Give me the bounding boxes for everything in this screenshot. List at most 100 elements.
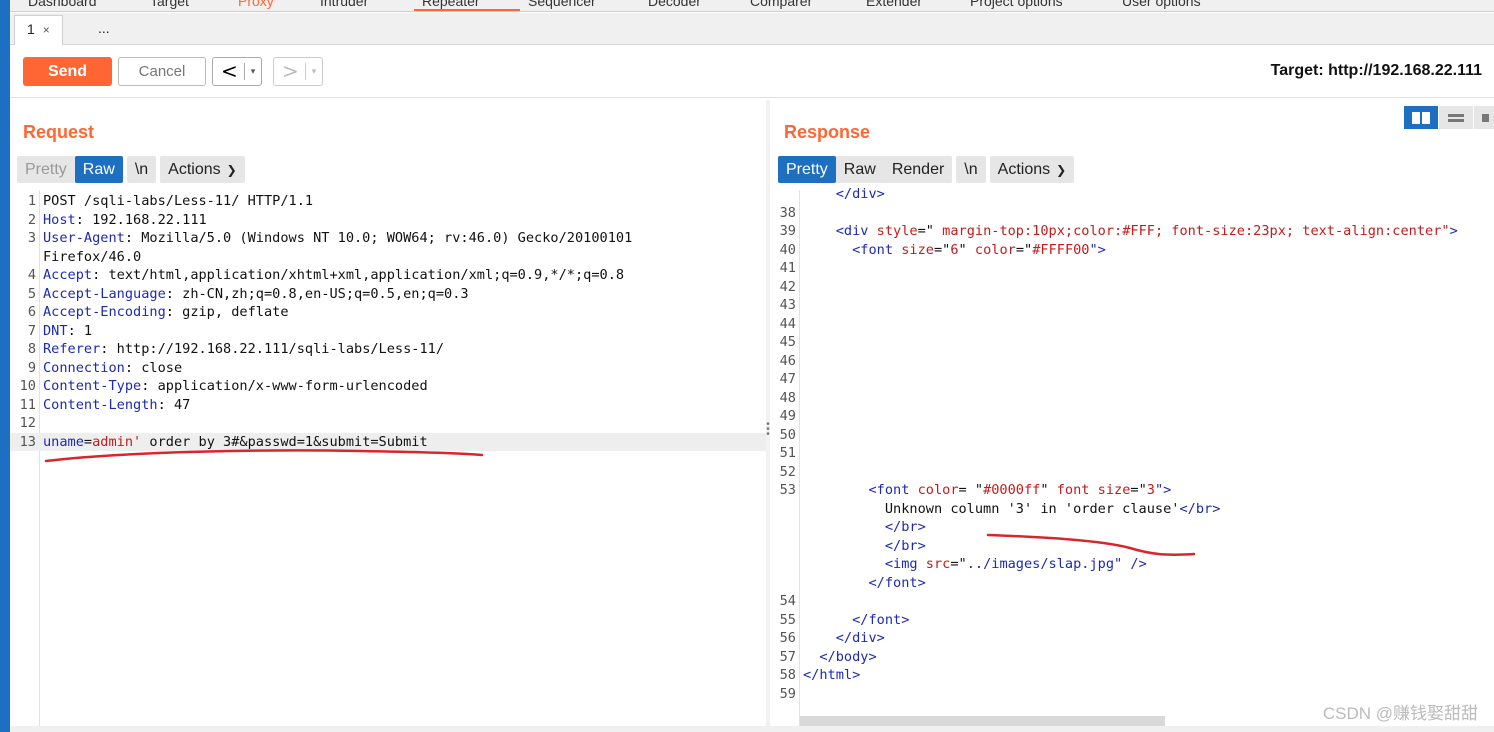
code-line: </font> (770, 574, 1494, 593)
code-line: 11 Content-Length: 47 (10, 396, 766, 415)
dropdown-icon[interactable]: ▾ (245, 66, 262, 77)
line-content: Accept-Encoding: gzip, deflate (43, 303, 289, 322)
chevron-left-icon: < (221, 59, 238, 83)
chevron-right-icon: > (282, 59, 299, 83)
code-token: </div> (803, 630, 885, 646)
code-line: 12 (10, 414, 766, 433)
tab-proxy[interactable]: Proxy (238, 0, 274, 9)
tab-target[interactable]: Target (150, 0, 189, 9)
code-token: =" (933, 241, 951, 258)
tab-raw[interactable]: Raw (74, 156, 123, 183)
actions-menu[interactable]: Actions ❯ (160, 156, 245, 183)
code-token: </br> (803, 537, 926, 554)
line-number: 53 (779, 482, 796, 498)
code-line: Unknown column '3' in 'order clause'</br… (770, 500, 1494, 519)
send-button[interactable]: Send (23, 57, 112, 86)
newline-toggle[interactable]: \n (956, 156, 985, 183)
line-number: 56 (779, 630, 796, 646)
tab-intruder[interactable]: Intruder (320, 0, 368, 9)
repeater-tabs: 1 × ... (10, 13, 1494, 45)
request-editor[interactable]: 1 POST /sqli-labs/Less-11/ HTTP/1.1 2 Host:… (10, 190, 766, 732)
code-line: 3 User-Agent: Mozilla/5.0 (Windows NT 10.… (10, 229, 766, 248)
code-token: uname (43, 433, 84, 450)
tab-render[interactable]: Render (884, 156, 952, 183)
tab-dashboard[interactable]: Dashboard (28, 0, 97, 9)
tab-extender[interactable]: Extender (866, 0, 922, 9)
repeater-tab-1[interactable]: 1 × (14, 15, 63, 45)
code-token: font size (1056, 482, 1131, 498)
code-token: : 192.168.22.111 (75, 211, 207, 228)
code-token: : http://192.168.22.111/sqli-labs/Less-1… (100, 341, 445, 357)
dropdown-icon[interactable]: ▾ (306, 66, 323, 77)
new-tab-button[interactable]: ... (86, 15, 122, 45)
line-content: Connection: close (43, 359, 182, 378)
code-line: 54 (770, 592, 1494, 611)
close-icon[interactable]: × (43, 23, 50, 37)
code-token: : close (124, 359, 183, 376)
line-content: Accept-Language: zh-CN,zh;q=0.8,en-US;q=… (43, 285, 469, 304)
code-token: > (1449, 223, 1458, 239)
tab-decoder[interactable]: Decoder (648, 0, 701, 9)
back-button[interactable]: < ▾ (212, 57, 263, 86)
code-token: : zh-CN,zh;q=0.8,en-US;q=0.5,en;q=0.3 (165, 285, 469, 302)
tab-repeater[interactable]: Repeater (422, 0, 480, 9)
line-content: User-Agent: Mozilla/5.0 (Windows NT 10.0… (43, 229, 632, 248)
target-label[interactable]: Target: http://192.168.22.111 (1271, 62, 1482, 80)
cancel-button[interactable]: Cancel (118, 57, 206, 86)
columns-icon (1412, 111, 1430, 124)
code-token: : 47 (157, 396, 191, 413)
tab-user-options[interactable]: User options (1122, 0, 1201, 9)
tab-raw[interactable]: Raw (836, 156, 884, 183)
line-content: </font> (803, 611, 909, 630)
layout-tabs-button[interactable] (1474, 106, 1494, 129)
line-number: 46 (779, 352, 796, 369)
line-content: </div> (803, 185, 885, 204)
code-token: POST /sqli-labs/Less-11/ HTTP/1.1 (43, 193, 314, 209)
line-number: 1 (27, 193, 36, 209)
code-line: 48 (770, 389, 1494, 408)
layout-stacked-button[interactable] (1439, 106, 1473, 129)
code-line: 41 (770, 259, 1494, 278)
code-line: 13 uname=admin' order by 3#&passwd=1&subm… (10, 432, 766, 452)
code-line: 53 <font color= "#0000ff" font size="3"> (770, 481, 1494, 500)
line-content: </div> (803, 629, 885, 648)
line-content: Referer: http://192.168.22.111/sqli-labs… (43, 340, 444, 359)
code-token: ../images/slap.jpg (966, 556, 1115, 572)
horizontal-scrollbar[interactable] (800, 716, 1165, 726)
code-line: 44 (770, 315, 1494, 334)
response-viewer[interactable]: </div> 38 39 <div style=" margin-top:10px;… (770, 186, 1494, 732)
line-number: 38 (779, 204, 796, 221)
code-line: </br> (770, 518, 1494, 537)
code-line: 55 </font> (770, 611, 1494, 630)
code-line: </br> (770, 537, 1494, 556)
newline-toggle[interactable]: \n (127, 156, 156, 183)
code-token: Accept (43, 267, 93, 283)
tab-sequencer[interactable]: Sequencer (528, 0, 596, 9)
line-content: Firefox/46.0 (43, 248, 141, 267)
code-token: </body> (803, 648, 877, 665)
tab-pretty[interactable]: Pretty (778, 156, 836, 183)
forward-button[interactable]: > ▾ (273, 57, 324, 86)
code-line: 38 (770, 204, 1494, 223)
code-line: 45 (770, 333, 1494, 352)
code-line: 5 Accept-Language: zh-CN,zh;q=0.8,en-US;q… (10, 285, 766, 304)
actions-menu[interactable]: Actions ❯ (990, 156, 1075, 183)
line-content: uname=admin' order by 3#&passwd=1&submit… (43, 433, 428, 452)
code-token: "> (1154, 482, 1172, 498)
line-content: Unknown column '3' in 'order clause'</br… (803, 500, 1221, 519)
actions-group: Actions ❯ (160, 156, 245, 183)
active-tab-underline (414, 9, 520, 11)
tab-project-options[interactable]: Project options (970, 0, 1063, 9)
line-content: DNT: 1 (43, 322, 92, 341)
code-token: src (925, 556, 951, 572)
tab-pretty[interactable]: Pretty (17, 156, 75, 183)
actions-label: Actions (997, 161, 1051, 178)
code-line: 56 </div> (770, 629, 1494, 648)
line-number: 9 (27, 359, 36, 376)
layout-side-by-side-button[interactable] (1404, 106, 1438, 129)
actions-label: Actions (168, 161, 221, 178)
tab-comparer[interactable]: Comparer (750, 0, 812, 9)
code-line: 7 DNT: 1 (10, 322, 766, 341)
code-line: 8 Referer: http://192.168.22.111/sqli-lab… (10, 340, 766, 359)
bottom-bar (10, 726, 1494, 732)
